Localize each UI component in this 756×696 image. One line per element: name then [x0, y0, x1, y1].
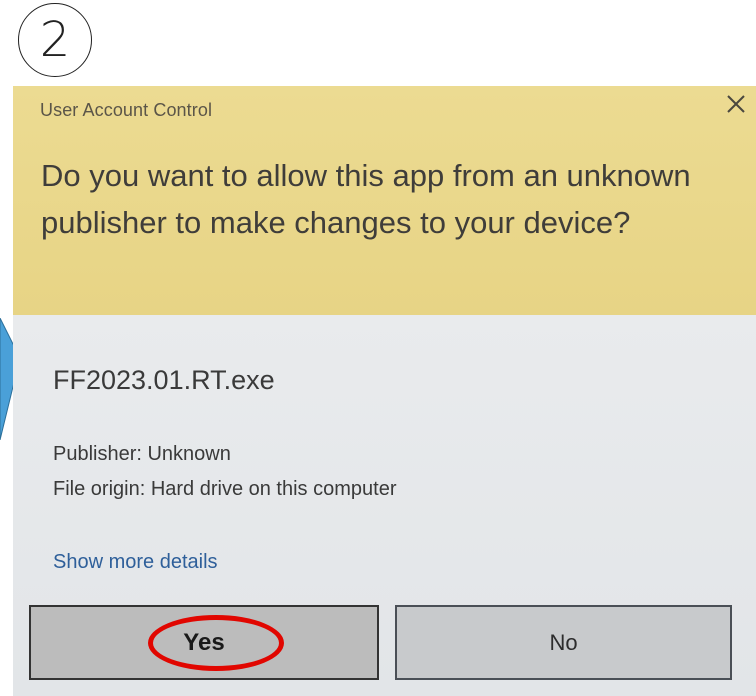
file-name: FF2023.01.RT.exe — [53, 365, 275, 395]
close-icon[interactable] — [724, 92, 748, 116]
yes-button-label: Yes — [183, 628, 225, 656]
page: 2 User Account Control Do you want to al… — [0, 0, 756, 696]
publisher-text: Publisher: Unknown — [53, 443, 231, 465]
dialog-title: User Account Control — [40, 100, 213, 120]
permission-question: Do you want to allow this app from an un… — [41, 158, 691, 240]
yes-button[interactable]: Yes — [29, 605, 379, 680]
step-number: 2 — [39, 12, 71, 68]
uac-dialog: User Account Control Do you want to allo… — [13, 86, 756, 696]
step-number-badge: 2 — [18, 3, 92, 77]
show-more-details-link[interactable]: Show more details — [53, 551, 218, 574]
dialog-body: FF2023.01.RT.exe Publisher: Unknown File… — [13, 315, 756, 696]
file-origin-text: File origin: Hard drive on this computer — [53, 478, 397, 500]
dialog-header: User Account Control Do you want to allo… — [13, 86, 756, 315]
no-button[interactable]: No — [395, 605, 732, 680]
no-button-label: No — [549, 629, 578, 655]
